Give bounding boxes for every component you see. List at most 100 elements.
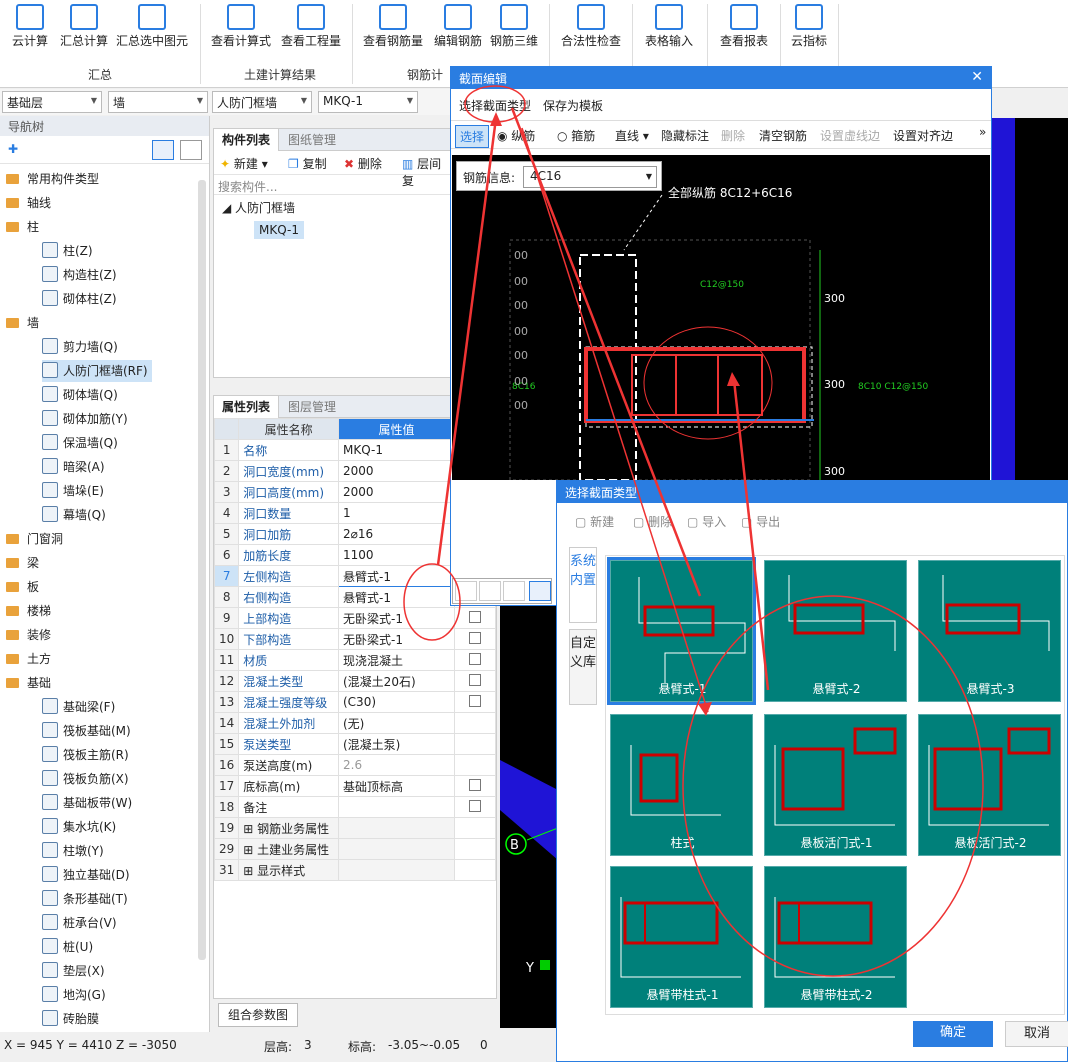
section-type-tile[interactable]: 悬臂带柱式-1 xyxy=(610,866,753,1008)
stirrup-radio[interactable]: ○ 箍筋 xyxy=(557,127,595,144)
nav-item[interactable]: 砌体柱(Z) xyxy=(42,288,117,310)
copy-button[interactable]: ❐ 复制 xyxy=(288,155,327,172)
clear-rebar-button[interactable]: 清空钢筋 xyxy=(759,127,807,144)
nav-item[interactable]: 暗梁(A) xyxy=(42,456,105,478)
nav-item[interactable]: 独立基础(D) xyxy=(42,864,130,886)
nav-scrollbar[interactable] xyxy=(198,180,206,960)
list-view-icon[interactable] xyxy=(152,140,174,160)
section-type-tile[interactable]: 悬臂式-3 xyxy=(918,560,1061,702)
close-icon[interactable]: ✕ xyxy=(971,69,983,85)
corner-tool-icon[interactable] xyxy=(455,581,477,601)
property-value[interactable]: 现浇混凝土 xyxy=(337,649,456,671)
property-value[interactable]: 基础顶标高 xyxy=(337,775,456,797)
ribbon-button-1[interactable]: 汇总计算 xyxy=(54,0,114,62)
line-tool-button[interactable]: 直线 ▾ xyxy=(615,127,649,144)
nav-item[interactable]: 板 xyxy=(6,576,39,598)
property-value[interactable]: 2000 xyxy=(337,481,456,503)
property-checkbox[interactable] xyxy=(469,652,482,665)
export-button[interactable]: ▢ 导出 xyxy=(741,513,780,530)
property-row[interactable]: 14 混凝土外加剂 (无) xyxy=(213,712,496,734)
ribbon-button-7[interactable]: 钢筋三维 xyxy=(486,0,542,62)
nav-item[interactable]: 筏板负筋(X) xyxy=(42,768,129,790)
nav-item[interactable]: 柱墩(Y) xyxy=(42,840,104,862)
property-checkbox[interactable] xyxy=(469,694,482,707)
nav-item[interactable]: 垫层(X) xyxy=(42,960,105,982)
property-row[interactable]: 12 混凝土类型 (混凝土20石) xyxy=(213,670,496,692)
add-icon[interactable]: ✚ xyxy=(8,142,18,156)
nav-item[interactable]: 土方 xyxy=(6,648,51,670)
nav-item[interactable]: 墙垛(E) xyxy=(42,480,104,502)
ribbon-button-2[interactable]: 汇总选中图元 xyxy=(112,0,192,62)
drawing-canvas-bottom[interactable]: B Y xyxy=(500,600,559,1028)
property-row[interactable]: 13 混凝土强度等级 (C30) xyxy=(213,691,496,713)
property-value[interactable]: 1 xyxy=(337,502,456,524)
property-row[interactable]: 19 ⊞ 钢筋业务属性 xyxy=(213,817,496,839)
section-type-tile[interactable]: 悬臂式-2 xyxy=(764,560,907,702)
nav-item[interactable]: 幕墙(Q) xyxy=(42,504,106,526)
section-canvas[interactable]: 钢筋信息: 4C16 ▼ 全部纵筋 8C12+6C16 C12@150 8C10 … xyxy=(452,155,990,480)
copy-between-floors-button[interactable]: ▥ 层间复 xyxy=(402,155,450,189)
nav-item[interactable]: 装修 xyxy=(6,624,51,646)
ribbon-button-11[interactable]: 云指标 xyxy=(784,0,834,62)
property-value[interactable]: (C30) xyxy=(337,691,456,713)
property-row[interactable]: 16 泵送高度(m) 2.6 xyxy=(213,754,496,776)
ribbon-button-4[interactable]: 查看工程量 xyxy=(276,0,346,62)
nav-item[interactable]: 构造柱(Z) xyxy=(42,264,117,286)
property-value[interactable]: 无卧梁式-1 xyxy=(337,607,456,629)
nav-item[interactable]: 人防门框墙(RF) xyxy=(42,360,152,382)
nav-item[interactable]: 筏板基础(M) xyxy=(42,720,131,742)
property-value[interactable]: MKQ-1 xyxy=(337,439,456,461)
section-type-tile[interactable]: 悬板活门式-1 xyxy=(764,714,907,856)
tree-item-mkq1[interactable]: MKQ-1 xyxy=(254,221,304,239)
nav-item[interactable]: 集水坑(K) xyxy=(42,816,116,838)
cancel-button[interactable]: 取消 xyxy=(1005,1021,1068,1047)
property-value[interactable]: 2.6 xyxy=(337,754,456,776)
nav-item[interactable]: 砖胎膜 xyxy=(42,1008,99,1030)
perpendicular-tool-icon[interactable] xyxy=(503,581,525,601)
component-select[interactable]: MKQ-1 ▼ xyxy=(318,91,418,113)
grid-view-icon[interactable] xyxy=(180,140,202,160)
tab-layer-management[interactable]: 图层管理 xyxy=(280,396,344,418)
property-value[interactable]: 2000 xyxy=(337,460,456,482)
tree-root[interactable]: ◢ 人防门框墙 xyxy=(222,199,295,216)
ribbon-button-9[interactable]: 表格输入 xyxy=(636,0,702,62)
tab-property-list[interactable]: 属性列表 xyxy=(214,396,280,418)
longitudinal-radio[interactable]: ◉ 纵筋 xyxy=(497,127,535,144)
nav-item[interactable]: 桩(U) xyxy=(42,936,93,958)
tab-system-builtin[interactable]: 系统内置 xyxy=(569,547,597,623)
nav-item[interactable]: 柱 xyxy=(6,216,39,238)
property-value[interactable] xyxy=(337,859,456,881)
ribbon-button-3[interactable]: 查看计算式 xyxy=(206,0,276,62)
set-dashed-edge-button[interactable]: 设置虚线边 xyxy=(820,127,880,144)
property-row[interactable]: 17 底标高(m) 基础顶标高 xyxy=(213,775,496,797)
ribbon-button-6[interactable]: 编辑钢筋 xyxy=(428,0,488,62)
expand-icon[interactable]: ⊞ xyxy=(243,843,257,857)
property-row[interactable]: 11 材质 现浇混凝土 xyxy=(213,649,496,671)
expand-icon[interactable]: ⊞ xyxy=(243,864,257,878)
property-value[interactable]: (无) xyxy=(337,712,456,734)
nav-item[interactable]: 基础梁(F) xyxy=(42,696,115,718)
delete-tool-button[interactable]: 删除 xyxy=(721,127,745,144)
nav-item[interactable]: 砌体墙(Q) xyxy=(42,384,118,406)
menu-save-template[interactable]: 保存为模板 xyxy=(543,97,603,114)
more-icon[interactable]: » xyxy=(979,125,986,139)
property-row[interactable]: 10 下部构造 无卧梁式-1 xyxy=(213,628,496,650)
nav-item[interactable]: 保温墙(Q) xyxy=(42,432,118,454)
property-checkbox[interactable] xyxy=(469,610,482,623)
tab-custom-library[interactable]: 自定义库 xyxy=(569,629,597,705)
property-row[interactable]: 29 ⊞ 土建业务属性 xyxy=(213,838,496,860)
property-row[interactable]: 9 上部构造 无卧梁式-1 xyxy=(213,607,496,629)
nav-item[interactable]: 剪力墙(Q) xyxy=(42,336,118,358)
nav-item[interactable]: 基础板带(W) xyxy=(42,792,132,814)
nav-item[interactable]: 轴线 xyxy=(6,192,51,214)
select-tool-button[interactable]: 选择 xyxy=(455,125,490,148)
import-button[interactable]: ▢ 导入 xyxy=(687,513,726,530)
delete-button[interactable]: ✖ 删除 xyxy=(344,155,382,172)
new-template-button[interactable]: ▢ 新建 xyxy=(575,513,614,530)
ok-button[interactable]: 确定 xyxy=(913,1021,993,1047)
property-value[interactable]: 悬臂式-1 xyxy=(337,586,456,608)
floor-select[interactable]: 基础层 ▼ xyxy=(2,91,102,113)
combo-param-button[interactable]: 组合参数图 xyxy=(218,1003,298,1027)
property-checkbox[interactable] xyxy=(469,778,482,791)
expand-icon[interactable]: ⊞ xyxy=(243,822,257,836)
